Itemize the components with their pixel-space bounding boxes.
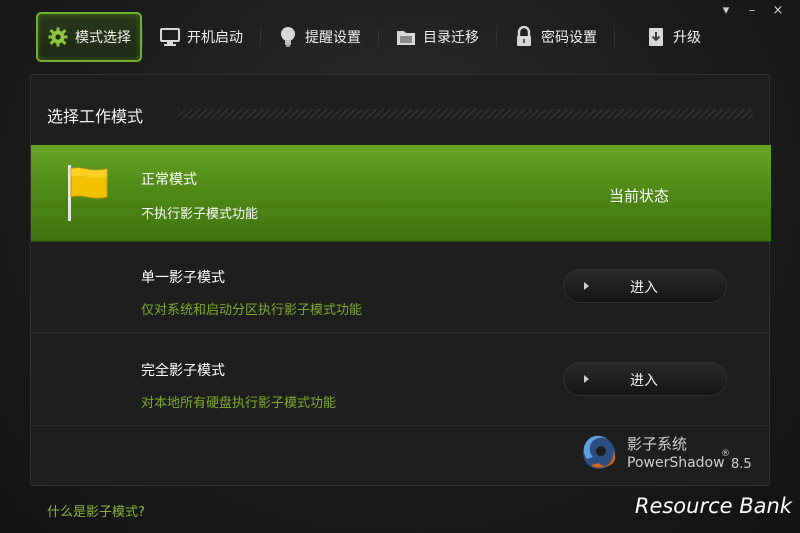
tab-bar: 模式选择 开机启动 提醒设置 目录迁移 密码设置 升级 (36, 12, 732, 62)
tab-reminder[interactable]: 提醒设置 (260, 12, 378, 62)
gear-icon (47, 26, 69, 48)
panel-title: 选择工作模式 (47, 107, 144, 126)
mode-row-full-shadow: 完全影子模式 对本地所有硬盘执行影子模式功能 进入 (31, 334, 771, 426)
tab-label: 模式选择 (75, 30, 131, 46)
tab-mode-select[interactable]: 模式选择 (36, 12, 142, 62)
enter-single-shadow-button[interactable]: 进入 (563, 269, 727, 303)
mode-row-single-shadow: 单一影子模式 仅对系统和启动分区执行影子模式功能 进入 (31, 241, 771, 333)
mode-row-normal[interactable]: 正常模式 不执行影子模式功能 当前状态 (31, 145, 771, 241)
close-icon[interactable]: × (770, 2, 786, 18)
mode-description: 仅对系统和启动分区执行影子模式功能 (141, 303, 363, 318)
mode-name: 单一影子模式 (141, 270, 225, 286)
watermark-text: Resource Bank (634, 494, 792, 518)
tab-label: 密码设置 (541, 30, 597, 46)
current-status-label: 当前状态 (609, 187, 670, 205)
enter-full-shadow-button[interactable]: 进入 (563, 362, 727, 396)
tab-label: 提醒设置 (305, 30, 361, 46)
tab-label: 开机启动 (187, 30, 243, 46)
brand-name-en: PowerShadow (627, 455, 725, 471)
tab-password[interactable]: 密码设置 (496, 12, 614, 62)
registered-mark: ® (721, 449, 730, 459)
flag-icon (65, 163, 111, 227)
tab-directory-migration[interactable]: 目录迁移 (378, 12, 496, 62)
play-arrow-icon (584, 375, 589, 383)
brand-name-cn: 影子系统 (627, 435, 688, 453)
mode-name: 正常模式 (141, 172, 197, 188)
mode-name: 完全影子模式 (141, 363, 225, 379)
mode-description: 对本地所有硬盘执行影子模式功能 (141, 396, 337, 411)
what-is-shadow-mode-link[interactable]: 什么是影子模式? (47, 501, 145, 520)
mode-panel: 选择工作模式 正常模式 不执行影子模式功能 当前状态 单一影子模式 仅对系统和启… (30, 74, 771, 486)
minimize-icon[interactable]: – (744, 2, 760, 18)
button-label: 进入 (630, 373, 658, 389)
lightbulb-icon (277, 26, 299, 48)
monitor-icon (159, 26, 181, 48)
title-divider (177, 109, 753, 119)
mode-description: 不执行影子模式功能 (141, 207, 259, 222)
tab-label: 升级 (673, 30, 701, 46)
download-icon (645, 26, 667, 48)
tab-startup[interactable]: 开机启动 (142, 12, 260, 62)
brand-logo-block: 影子系统 PowerShadow ® 8.5 (579, 431, 759, 479)
play-arrow-icon (584, 282, 589, 290)
lock-icon (513, 26, 535, 48)
tab-label: 目录迁移 (423, 30, 479, 46)
version-number: 8.5 (731, 457, 752, 472)
button-label: 进入 (630, 280, 658, 296)
powershadow-logo-icon (579, 433, 619, 477)
tab-upgrade[interactable]: 升级 (614, 12, 732, 62)
folder-icon (395, 26, 417, 48)
